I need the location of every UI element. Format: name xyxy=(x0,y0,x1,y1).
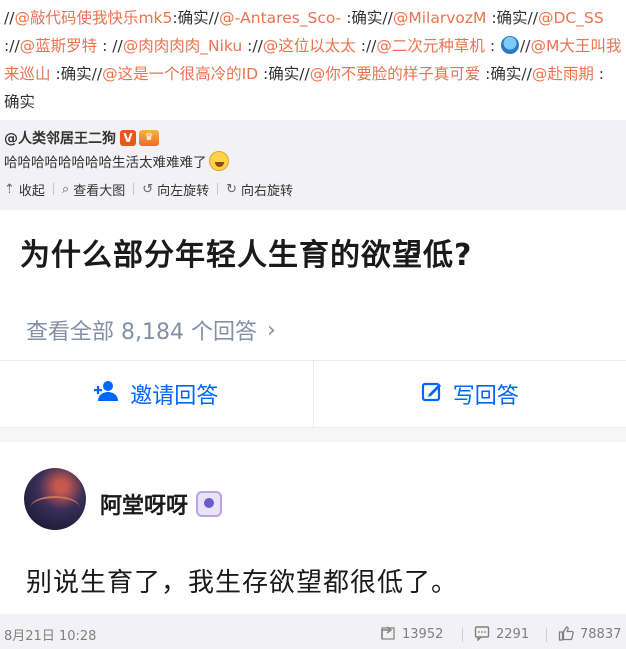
zhihu-screenshot-image[interactable]: 为什么部分年轻人生育的欲望低? 查看全部 8,184 个回答 › 邀请回答 写回… xyxy=(0,210,626,614)
repost-chain: //@敲代码使我快乐mk5:确实//@-Antares_Sco- :确实//@M… xyxy=(4,4,622,116)
invite-label: 邀请回答 xyxy=(130,384,219,409)
repost-button[interactable]: 13952 xyxy=(380,625,443,645)
toolbar-divider xyxy=(52,183,54,195)
section-gap xyxy=(0,428,626,442)
rotate-right-label: 向右旋转 xyxy=(241,183,294,199)
rotate-right-icon: ↻ xyxy=(226,181,238,197)
mention-link[interactable]: @这是一个很高冷的ID xyxy=(102,65,258,83)
quoted-author-row: @人类邻居王二狗 V ♛ xyxy=(4,126,622,150)
repost-text: :确实// xyxy=(172,9,220,27)
image-toolbar: ⇡ 收起 ⌕ 查看大图 ↺ 向左旋转 ↻ 向右旋转 xyxy=(0,176,626,202)
mention-link[interactable]: @蓝斯罗特 xyxy=(20,37,98,55)
collapse-label: 收起 xyxy=(18,183,45,199)
magnifier-icon: ⌕ xyxy=(61,181,70,197)
post-footer: 8月21日 10:28 13952 2291 78837 xyxy=(0,620,626,649)
repost-text: :确实// xyxy=(341,9,393,27)
repost-text: :确实// xyxy=(258,65,310,83)
repost-text: :确实// xyxy=(50,65,103,83)
view-all-answers-link: 查看全部 8,184 个回答 › xyxy=(26,314,276,346)
comment-count: 2291 xyxy=(496,627,530,642)
footer-divider xyxy=(462,628,463,642)
rotate-right-button[interactable]: ↻ 向右旋转 xyxy=(226,180,301,199)
avatar xyxy=(24,468,86,530)
collapse-button[interactable]: ⇡ 收起 xyxy=(4,180,53,199)
repost-text: :确实// xyxy=(486,9,538,27)
question-title: 为什么部分年轻人生育的欲望低? xyxy=(20,238,473,273)
thumbs-up-icon xyxy=(558,625,574,645)
repost-text: // xyxy=(520,37,531,55)
repost-text: // xyxy=(4,9,15,27)
repost-icon xyxy=(380,625,396,645)
mention-link[interactable]: @肉肉肉肉_Niku xyxy=(123,37,242,55)
repost-text: :// xyxy=(4,37,20,55)
mention-link[interactable]: @DC_SS xyxy=(538,9,604,27)
repost-text: : // xyxy=(97,37,123,55)
creator-badge-icon xyxy=(196,491,223,517)
verified-v-icon: V xyxy=(120,130,136,146)
answer-author-name: 阿堂呀呀 xyxy=(100,494,189,519)
repost-count: 13952 xyxy=(402,627,444,642)
answer-text: 别说生育了，我生存欲望都很低了。 xyxy=(26,568,459,598)
mention-link[interactable]: @MilarvozM xyxy=(393,9,487,27)
rotate-left-button[interactable]: ↺ 向左旋转 xyxy=(142,180,217,199)
invite-answer-button: 邀请回答 xyxy=(0,361,313,427)
chevron-right-icon: › xyxy=(266,317,276,343)
rotate-left-icon: ↺ xyxy=(142,181,154,197)
toolbar-divider xyxy=(133,183,135,195)
quoted-post-text: 哈哈哈哈哈哈哈哈生活太难难难了 xyxy=(4,155,207,171)
mention-link[interactable]: @二次元种草机 xyxy=(376,37,485,55)
view-large-button[interactable]: ⌕ 查看大图 xyxy=(62,180,133,199)
mention-link[interactable]: @赴雨期 xyxy=(532,65,594,83)
footer-divider xyxy=(546,628,547,642)
mention-link[interactable]: @这位以太太 xyxy=(263,37,356,55)
mention-link[interactable]: @你不要脸的样子真可爱 xyxy=(310,65,481,83)
add-user-icon xyxy=(94,380,120,408)
mention-link[interactable]: @-Antares_Sco- xyxy=(219,9,341,27)
post-timestamp[interactable]: 8月21日 10:28 xyxy=(4,625,96,644)
upload-arrow-icon: ⇡ xyxy=(4,181,15,197)
mention-link[interactable]: @敲代码使我快乐mk5 xyxy=(14,9,172,27)
view-large-label: 查看大图 xyxy=(73,183,126,199)
rotate-left-label: 向左旋转 xyxy=(157,183,210,199)
view-all-label: 查看全部 8,184 个回答 xyxy=(26,320,257,345)
answer-author-row: 阿堂呀呀 xyxy=(100,488,223,520)
comment-button[interactable]: 2291 xyxy=(474,625,529,645)
edit-icon xyxy=(421,380,443,408)
comment-icon xyxy=(474,625,490,645)
like-count: 78837 xyxy=(580,627,622,642)
repost-text: : xyxy=(484,37,500,55)
repost-text: :// xyxy=(242,37,263,55)
like-button[interactable]: 78837 xyxy=(558,625,621,645)
quoted-author-link[interactable]: @人类邻居王二狗 xyxy=(4,128,116,148)
doraemon-emoji-icon xyxy=(501,36,519,54)
write-label: 写回答 xyxy=(452,384,519,409)
repost-text: :// xyxy=(355,37,377,55)
laugh-cry-emoji-icon xyxy=(208,151,229,171)
answer-block: 阿堂呀呀 别说生育了，我生存欲望都很低了。 xyxy=(0,442,626,614)
quoted-text-row: 哈哈哈哈哈哈哈哈生活太难难难了 xyxy=(4,150,622,172)
question-actions: 邀请回答 写回答 xyxy=(0,360,626,428)
vip-crown-icon: ♛ xyxy=(139,130,159,146)
repost-text: :确实// xyxy=(480,65,532,83)
write-answer-button: 写回答 xyxy=(314,361,626,427)
toolbar-divider xyxy=(217,183,219,195)
